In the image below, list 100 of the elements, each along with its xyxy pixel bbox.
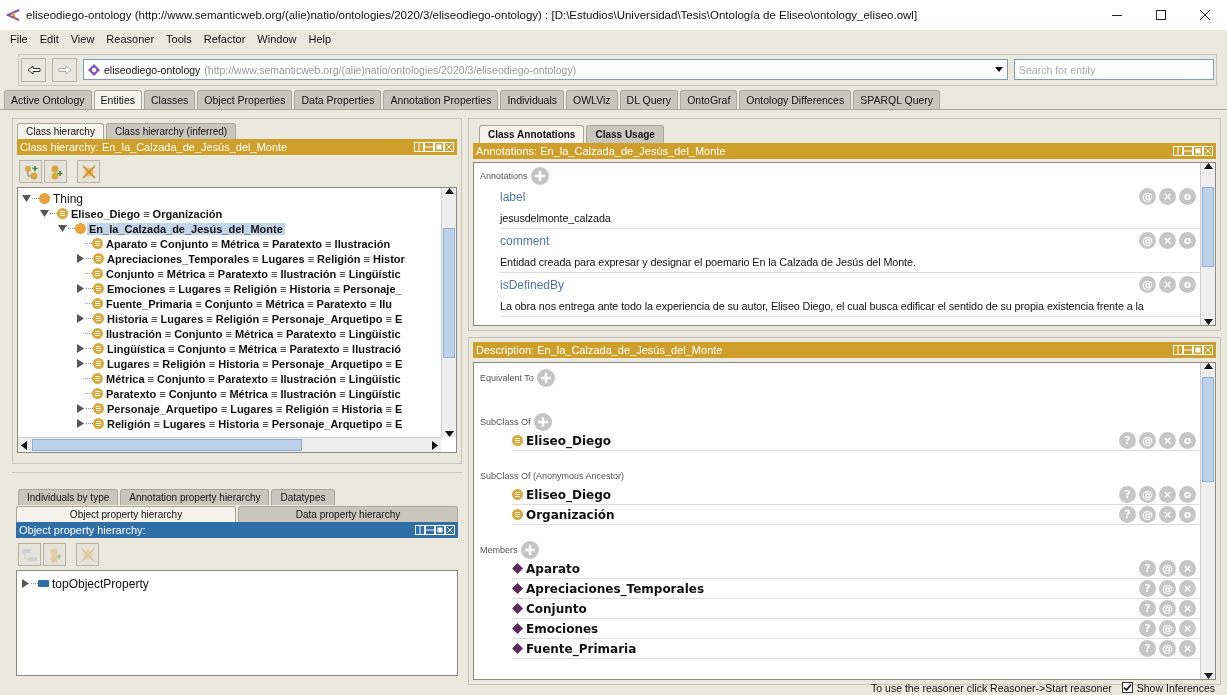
tab[interactable]: Data property hierarchy — [238, 506, 458, 522]
vertical-scrollbar[interactable] — [441, 188, 456, 437]
tab[interactable]: DL Query — [619, 90, 679, 109]
tab[interactable]: Classes — [144, 90, 196, 109]
annotation-property[interactable]: isDefinedBy — [500, 277, 565, 292]
scroll-up-arrow-icon[interactable] — [1203, 363, 1213, 369]
scroll-up-arrow-icon[interactable] — [1203, 163, 1213, 169]
scroll-down-arrow-icon[interactable] — [444, 431, 454, 437]
tree-item[interactable]: Aparato ≡ Conjunto ≡ Métrica ≡ Paratexto ≡ Ilustración — [104, 237, 393, 250]
tab[interactable]: OWLViz — [566, 90, 618, 109]
tab[interactable]: Annotation property hierarchy — [120, 489, 270, 505]
scroll-down-arrow-icon[interactable] — [1203, 673, 1213, 679]
section-label: SubClass Of — [480, 417, 531, 427]
ontology-selector[interactable]: eliseodiego-ontology (http://www.semanticweb.org/(alie)natio/ontologies/2020/3/eliseodiego-ontology) — [83, 59, 1008, 81]
annotation-property[interactable]: comment — [500, 233, 550, 248]
annotation-value: Entidad creada para expresar y designar el poemario En la Calzada de Jesús del Monte. — [500, 256, 917, 268]
scroll-down-arrow-icon[interactable] — [1203, 319, 1213, 325]
menu-item[interactable]: Tools — [160, 33, 198, 45]
entity-name[interactable]: Eliseo_Diego — [526, 433, 611, 448]
defined-class-icon — [92, 328, 103, 339]
search-field[interactable]: Search for entity — [1014, 59, 1214, 81]
maximize-icon[interactable] — [1156, 10, 1166, 20]
ontology-name: eliseodiego-ontology — [104, 63, 201, 76]
property-icon — [38, 580, 49, 587]
tree-item[interactable]: Thing — [51, 191, 86, 206]
tree-item[interactable]: Ilustración ≡ Conjunto ≡ Métrica ≡ Paratexto ≡ Lingüístic — [104, 327, 403, 340]
close-icon[interactable] — [1200, 10, 1210, 20]
tree-item[interactable]: Lingüística ≡ Conjunto ≡ Métrica ≡ Paratexto ≡ Ilustració — [105, 342, 403, 355]
tree-item[interactable]: topObjectProperty — [50, 576, 151, 591]
tab[interactable]: Annotation Properties — [383, 90, 499, 109]
menu-item[interactable]: View — [64, 33, 101, 45]
scroll-left-arrow-icon[interactable] — [21, 440, 27, 450]
tree-item[interactable]: En_la_Calzada_de_Jesús_del_Monte — [87, 222, 285, 235]
menu-item[interactable]: Window — [251, 33, 303, 45]
tab[interactable]: SPARQL Query — [853, 90, 941, 109]
tree-item[interactable]: Lugares ≡ Religión ≡ Historia ≡ Personaje_Arquetipo ≡ E — [105, 357, 405, 370]
horizontal-scrollbar[interactable] — [18, 437, 441, 452]
collapsed-arrow-icon[interactable] — [21, 579, 30, 588]
collapsed-arrow-icon[interactable] — [76, 359, 85, 368]
add-sibling-button[interactable] — [44, 160, 67, 183]
tree-item[interactable]: Conjunto ≡ Métrica ≡ Paratexto ≡ Ilustración ≡ Lingüístic — [104, 267, 403, 280]
checkbox-label[interactable]: Show Inferences — [1136, 681, 1215, 694]
tab[interactable]: Class hierarchy (inferred) — [105, 123, 237, 139]
section-label: Equivalent To — [480, 373, 534, 383]
vertical-scrollbar[interactable] — [1200, 363, 1215, 679]
tree-item[interactable]: Personaje_Arquetipo ≡ Lugares ≡ Religión ≡ Historia ≡ E — [105, 402, 405, 415]
menu-item[interactable]: Help — [302, 33, 338, 45]
tree-item[interactable]: Apreciaciones_Temporales ≡ Lugares ≡ Religión ≡ Histor — [105, 252, 407, 265]
tab[interactable]: Class hierarchy — [17, 123, 104, 139]
defined-class-icon — [93, 418, 104, 429]
expanded-arrow-icon[interactable] — [40, 209, 49, 218]
menu-item[interactable]: Edit — [33, 33, 65, 45]
tab[interactable]: Object property hierarchy — [16, 506, 236, 522]
tree-item[interactable]: Métrica ≡ Conjunto ≡ Paratexto ≡ Ilustración ≡ Lingüístic — [104, 372, 403, 385]
tree-item[interactable]: Paratexto ≡ Conjunto ≡ Métrica ≡ Ilustración ≡ Lingüístic — [104, 387, 403, 400]
back-button[interactable] — [21, 57, 46, 82]
entity-name[interactable]: Fuente_Primaria — [526, 641, 637, 656]
menu-item[interactable]: File — [4, 33, 34, 45]
collapsed-arrow-icon[interactable] — [76, 404, 85, 413]
tree-item[interactable]: Historia ≡ Lugares ≡ Religión ≡ Personaje_Arquetipo ≡ E — [105, 312, 405, 325]
scroll-up-arrow-icon[interactable] — [444, 188, 454, 194]
tree-item[interactable]: Fuente_Primaria ≡ Conjunto ≡ Métrica ≡ Paratexto ≡ Ilu — [104, 297, 395, 310]
tab[interactable]: Ontology Differences — [739, 90, 852, 109]
dropdown-caret-icon[interactable] — [995, 67, 1003, 73]
tab[interactable]: Datatypes — [271, 489, 335, 505]
tab[interactable]: Individuals by type — [18, 489, 119, 505]
tree-item[interactable]: Eliseo_Diego ≡ Organización — [69, 207, 225, 220]
tab[interactable]: Object Properties — [197, 90, 293, 109]
menu-item[interactable]: Reasoner — [100, 33, 161, 45]
vertical-scrollbar[interactable] — [1200, 163, 1215, 325]
defined-class-icon — [92, 238, 103, 249]
collapsed-arrow-icon[interactable] — [76, 314, 85, 323]
entity-name[interactable]: Organización — [526, 507, 615, 522]
tab[interactable]: Individuals — [500, 90, 565, 109]
tab[interactable]: Entities — [93, 90, 142, 109]
entity-name[interactable]: Aparato — [526, 561, 580, 576]
entity-name[interactable]: Conjunto — [526, 601, 587, 616]
annotation-property[interactable]: label — [500, 189, 526, 204]
collapsed-arrow-icon[interactable] — [76, 284, 85, 293]
tab[interactable]: Class Usage — [586, 125, 664, 143]
collapsed-arrow-icon[interactable] — [76, 419, 85, 428]
collapsed-arrow-icon[interactable] — [76, 344, 85, 353]
panel-title: Object property hierarchy: — [19, 524, 146, 536]
expanded-arrow-icon[interactable] — [22, 194, 31, 203]
menu-item[interactable]: Refactor — [197, 33, 252, 45]
expanded-arrow-icon[interactable] — [58, 224, 67, 233]
tab[interactable]: Active Ontology — [4, 90, 92, 109]
tree-item[interactable]: Emociones ≡ Lugares ≡ Religión ≡ Historia ≡ Personaje_ — [105, 282, 404, 295]
defined-class-icon — [93, 343, 104, 354]
scroll-right-arrow-icon[interactable] — [432, 440, 438, 450]
tab[interactable]: Data Properties — [294, 90, 382, 109]
tab[interactable]: Class Annotations — [479, 125, 585, 143]
entity-name[interactable]: Apreciaciones_Temporales — [526, 581, 705, 596]
collapsed-arrow-icon[interactable] — [76, 254, 85, 263]
entity-name[interactable]: Eliseo_Diego — [526, 487, 611, 502]
checkbox[interactable] — [1121, 682, 1133, 693]
add-subclass-button[interactable] — [19, 160, 42, 183]
tab[interactable]: OntoGraf — [680, 90, 738, 109]
tree-item[interactable]: Religión ≡ Lugares ≡ Historia ≡ Personaje_Arquetipo ≡ E — [105, 417, 405, 430]
entity-name[interactable]: Emociones — [526, 621, 599, 636]
